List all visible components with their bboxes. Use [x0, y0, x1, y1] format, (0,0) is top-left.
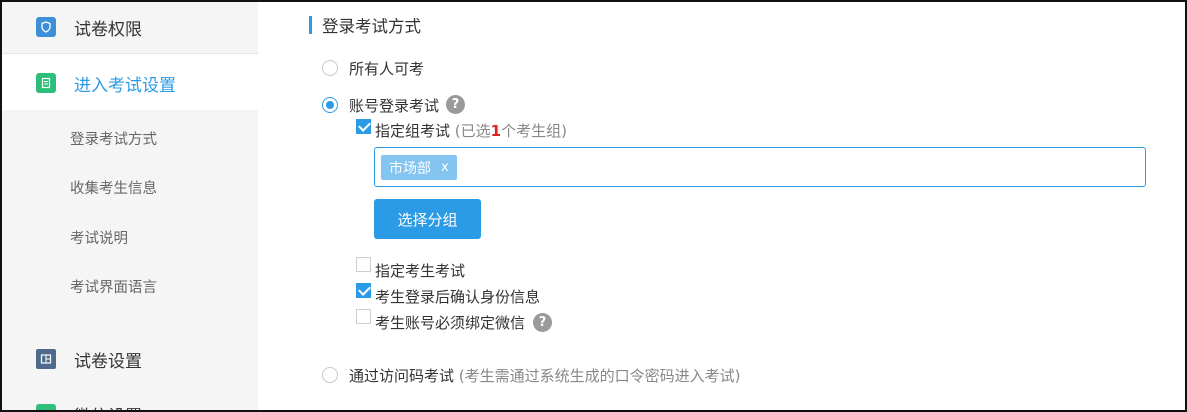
- main-content: 登录考试方式 所有人可考 账号登录考试 ? 指定组考试 (已选1个考生组) 市场…: [258, 0, 1185, 412]
- group-exam-label[interactable]: 指定组考试 (已选1个考生组): [375, 120, 567, 141]
- section-accent-bar: [309, 16, 312, 34]
- group-tag: 市场部 x: [381, 155, 457, 180]
- group-tag-label: 市场部: [389, 160, 431, 177]
- sidebar-subitem-login-method[interactable]: 登录考试方式: [70, 128, 157, 149]
- help-icon[interactable]: ?: [533, 313, 552, 332]
- option-everyone-label[interactable]: 所有人可考: [349, 58, 424, 79]
- option-access-code-label[interactable]: 通过访问码考试 (考生需通过系统生成的口令密码进入考试): [349, 365, 741, 386]
- layout-icon: [36, 349, 56, 369]
- sidebar-item-wechat-settings[interactable]: 微信设置: [2, 386, 258, 412]
- wechat-icon: [36, 404, 56, 412]
- section-title: 登录考试方式: [322, 17, 421, 36]
- document-icon: [36, 73, 56, 93]
- sidebar-item-label: 试卷权限: [74, 20, 142, 40]
- option-account-login-label[interactable]: 账号登录考试: [349, 95, 439, 116]
- sidebar-item-paper-settings[interactable]: 试卷设置: [2, 331, 258, 387]
- sidebar-subitem-collect-info[interactable]: 收集考生信息: [70, 177, 157, 198]
- sidebar-item-label: 进入考试设置: [74, 76, 176, 96]
- help-icon[interactable]: ?: [446, 95, 465, 114]
- hint-prefix: (已选: [454, 122, 491, 140]
- group-selected-hint: (已选1个考生组): [455, 122, 567, 140]
- selected-groups-input[interactable]: 市场部 x: [374, 147, 1146, 187]
- confirm-identity-label[interactable]: 考生登录后确认身份信息: [375, 286, 540, 307]
- sidebar: 试卷权限 进入考试设置 登录考试方式 收集考生信息 考试说明 考试界面语言 试卷…: [2, 0, 258, 412]
- specify-examinee-label[interactable]: 指定考生考试: [375, 260, 465, 281]
- radio-access-code[interactable]: [322, 367, 338, 383]
- select-group-button[interactable]: 选择分组: [374, 199, 481, 239]
- hint-suffix: 个考生组): [501, 122, 567, 140]
- sidebar-item-exam-entry-settings[interactable]: 进入考试设置: [2, 54, 258, 110]
- checkbox-group-exam[interactable]: [356, 119, 371, 134]
- access-code-hint: (考生需通过系统生成的口令密码进入考试): [458, 367, 741, 385]
- tag-remove-icon[interactable]: x: [441, 160, 449, 175]
- sidebar-item-paper-permission[interactable]: 试卷权限: [2, 0, 258, 56]
- sidebar-item-label: 试卷设置: [74, 352, 142, 372]
- checkbox-bind-wechat[interactable]: [356, 309, 371, 324]
- shield-icon: [36, 17, 56, 37]
- sidebar-subitem-exam-notes[interactable]: 考试说明: [70, 227, 128, 248]
- radio-account-login[interactable]: [322, 97, 338, 113]
- selected-count: 1: [490, 122, 502, 140]
- checkbox-confirm-identity[interactable]: [356, 283, 371, 298]
- sidebar-subitem-exam-language[interactable]: 考试界面语言: [70, 276, 157, 297]
- group-exam-text: 指定组考试: [375, 122, 451, 140]
- checkbox-specify-examinee[interactable]: [356, 257, 371, 272]
- bind-wechat-label[interactable]: 考生账号必须绑定微信: [375, 312, 525, 333]
- access-code-text: 通过访问码考试: [349, 367, 455, 385]
- radio-everyone[interactable]: [322, 60, 338, 76]
- sidebar-item-label: 微信设置: [74, 402, 142, 412]
